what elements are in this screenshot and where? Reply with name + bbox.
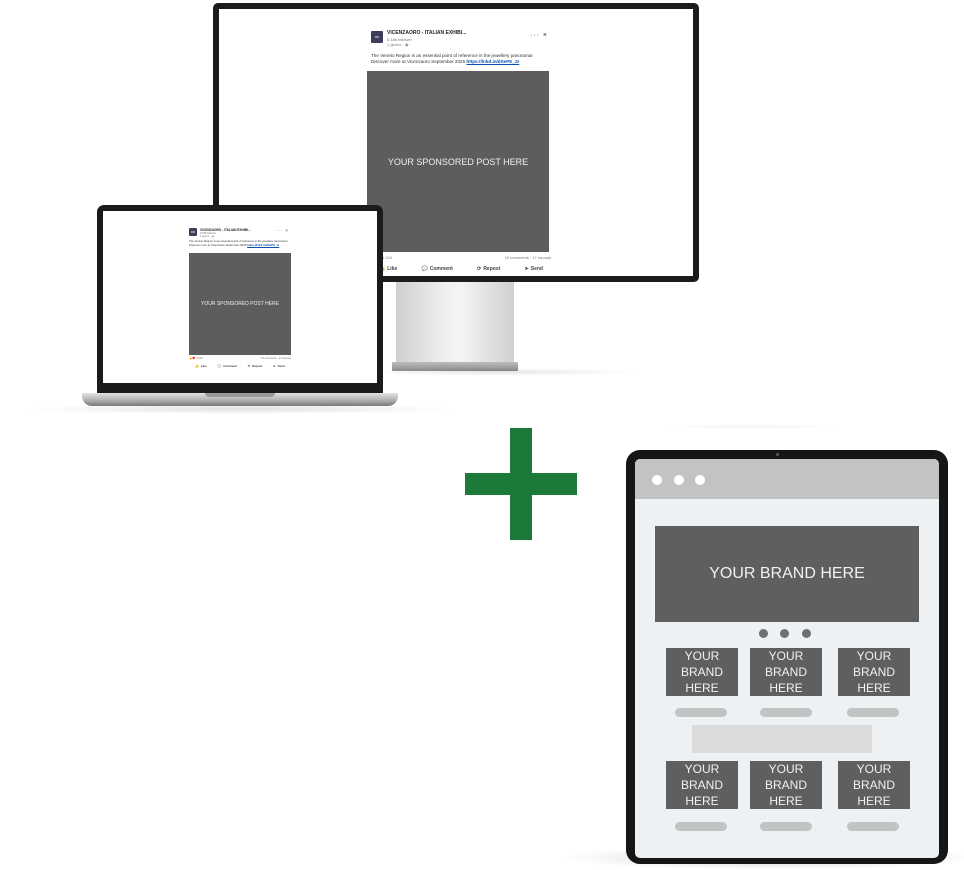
close-icon[interactable]: × bbox=[285, 228, 289, 233]
brand-tile[interactable]: YOUR BRAND HERE bbox=[750, 648, 822, 696]
tablet: YOUR BRAND HERE YOUR BRAND HERE YOUR BRA… bbox=[626, 450, 948, 864]
window-dot-icon[interactable] bbox=[674, 475, 684, 485]
repost-button[interactable]: ⟳ Repost bbox=[248, 364, 263, 368]
brand-tile[interactable]: YOUR BRAND HERE bbox=[838, 761, 910, 809]
company-logo[interactable] bbox=[189, 228, 197, 236]
repost-icon: ⟳ bbox=[247, 364, 251, 368]
account-name[interactable]: VICENZAORO - ITALIAN EXHIBI... bbox=[387, 30, 466, 36]
send-icon: ➤ bbox=[524, 266, 529, 272]
post-actions: 👍Like 💬Comment ⟳Repost ➤Send bbox=[195, 364, 285, 368]
monitor-stand bbox=[396, 282, 514, 366]
reaction-count[interactable]: 👍❤️ 1.024 bbox=[189, 357, 203, 360]
post-header-controls: ··· × bbox=[530, 32, 548, 39]
camera-icon bbox=[776, 453, 779, 456]
account-meta: 6.188 follower 1 giorno · ◉ bbox=[387, 37, 412, 47]
tablet-reflection bbox=[660, 424, 842, 429]
text-placeholder bbox=[847, 822, 899, 831]
laptop-screen: VICENZAORO - ITALIAN EXHIBI... 6.188 fol… bbox=[103, 211, 377, 383]
tablet-screen: YOUR BRAND HERE YOUR BRAND HERE YOUR BRA… bbox=[635, 459, 939, 858]
like-button[interactable]: 👍Like bbox=[195, 364, 207, 368]
comments-reposts-count[interactable]: 10 comments · 17 reposts bbox=[261, 357, 291, 360]
company-logo[interactable] bbox=[371, 31, 383, 43]
carousel-dot-icon[interactable] bbox=[780, 629, 789, 638]
browser-bar bbox=[635, 459, 939, 499]
monitor-shadow bbox=[360, 368, 640, 376]
post-text: The Veneto Region is an essential point … bbox=[371, 53, 533, 65]
plus-icon-bar bbox=[465, 473, 577, 495]
send-icon: ➤ bbox=[273, 364, 276, 368]
ellipsis-icon[interactable]: ··· bbox=[275, 228, 283, 233]
text-placeholder bbox=[675, 708, 727, 717]
brand-tile[interactable]: YOUR BRAND HERE bbox=[666, 648, 738, 696]
text-placeholder bbox=[760, 708, 812, 717]
comments-reposts-count[interactable]: 10 comments · 17 reposts bbox=[505, 255, 551, 260]
sponsored-post-laptop: VICENZAORO - ITALIAN EXHIBI... 6.188 fol… bbox=[189, 226, 291, 376]
brand-tile[interactable]: YOUR BRAND HERE bbox=[750, 761, 822, 809]
brand-tile[interactable]: YOUR BRAND HERE bbox=[666, 761, 738, 809]
globe-icon: ◉ bbox=[405, 42, 409, 47]
banner-placeholder bbox=[692, 725, 872, 753]
globe-icon: ◉ bbox=[211, 235, 214, 238]
laptop-notch bbox=[205, 393, 275, 397]
ellipsis-icon[interactable]: ··· bbox=[530, 32, 540, 39]
send-button[interactable]: ➤ Send bbox=[525, 266, 543, 272]
sponsored-post-desktop: VICENZAORO - ITALIAN EXHIBI... 6.188 fol… bbox=[367, 27, 551, 277]
account-meta: 6.188 follower 1 giorno · ◉ bbox=[200, 232, 216, 238]
laptop-shadow bbox=[20, 404, 460, 414]
send-button[interactable]: ➤ Send bbox=[273, 364, 285, 368]
post-age: 1 giorno · ◉ bbox=[200, 235, 214, 238]
carousel-dot-icon[interactable] bbox=[759, 629, 768, 638]
post-age: 1 giorno · ◉ bbox=[387, 42, 409, 47]
text-placeholder bbox=[675, 822, 727, 831]
close-icon[interactable]: × bbox=[543, 32, 548, 39]
repost-icon: ⟳ bbox=[477, 266, 482, 272]
comment-icon: 💬 bbox=[421, 266, 428, 272]
sponsored-post-placeholder: YOUR SPONSORED POST HERE bbox=[189, 253, 291, 355]
post-link[interactable]: https://lnkd.in/dSeP8_Jz bbox=[466, 59, 519, 64]
text-placeholder bbox=[847, 708, 899, 717]
post-text: The Veneto Region is an essential point … bbox=[189, 239, 288, 247]
laptop: VICENZAORO - ITALIAN EXHIBI... 6.188 fol… bbox=[97, 205, 383, 393]
post-header-controls: ··· × bbox=[275, 228, 289, 233]
carousel-dot-icon[interactable] bbox=[802, 629, 811, 638]
comment-button[interactable]: 💬 Comment bbox=[422, 266, 453, 272]
post-link[interactable]: https://lnkd.in/dSeP8_Jz bbox=[247, 243, 279, 247]
hero-banner[interactable]: YOUR BRAND HERE bbox=[655, 526, 919, 622]
text-placeholder bbox=[760, 822, 812, 831]
thumbs-up-icon: 👍 bbox=[195, 364, 199, 368]
sponsored-post-placeholder: YOUR SPONSORED POST HERE bbox=[367, 71, 549, 252]
window-dot-icon[interactable] bbox=[695, 475, 705, 485]
comment-icon: 💬 bbox=[217, 364, 222, 368]
comment-button[interactable]: 💬 Comment bbox=[217, 364, 237, 368]
repost-button[interactable]: ⟳ Repost bbox=[477, 266, 500, 272]
window-dot-icon[interactable] bbox=[652, 475, 662, 485]
post-actions: 👍Like 💬Comment ⟳Repost ➤Send bbox=[379, 266, 543, 272]
brand-tile[interactable]: YOUR BRAND HERE bbox=[838, 648, 910, 696]
